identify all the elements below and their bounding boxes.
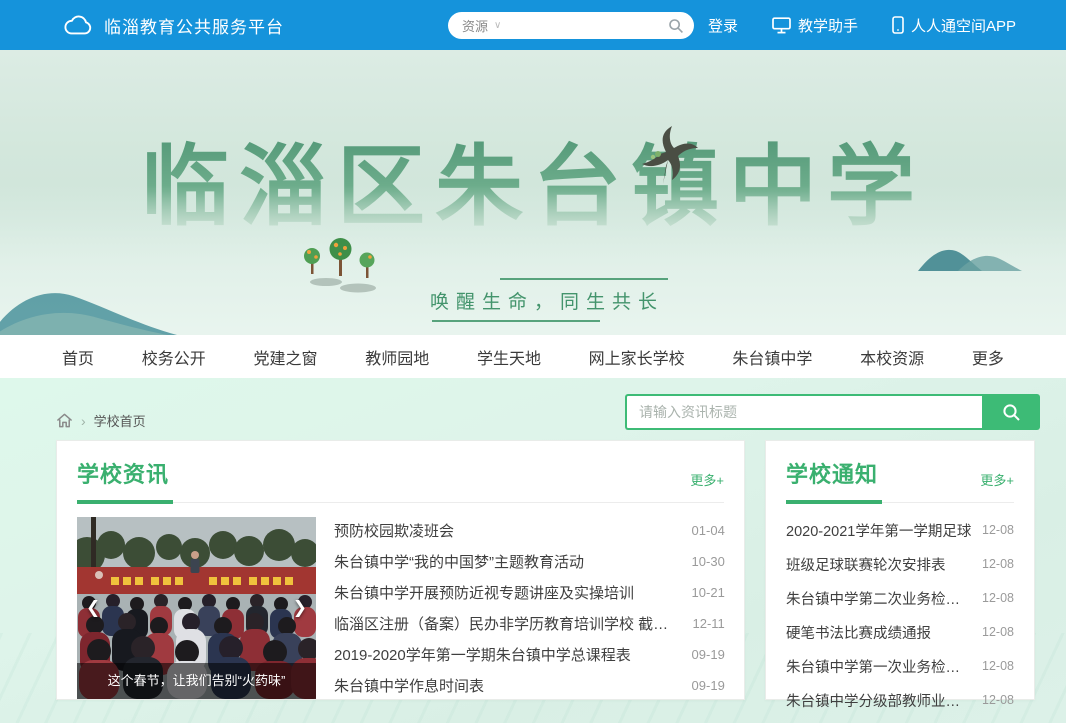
- search-scope-select[interactable]: 资源: [462, 16, 488, 35]
- news-list-item[interactable]: 2019-2020学年第一学期朱台镇中学总课程表09-19: [334, 642, 725, 668]
- nav-item-parents-school[interactable]: 网上家长学校: [589, 345, 685, 369]
- teaching-assistant-link[interactable]: 教学助手: [772, 15, 858, 36]
- notice-card-title: 学校通知: [786, 457, 878, 489]
- nav-item-students[interactable]: 学生天地: [477, 345, 541, 369]
- carousel-prev-button[interactable]: ❮: [86, 598, 100, 618]
- notice-date: 12-08: [982, 591, 1014, 605]
- school-news-card: 学校资讯 更多+: [56, 440, 745, 700]
- nav-item-resources[interactable]: 本校资源: [860, 345, 924, 369]
- top-bar: 临淄教育公共服务平台 资源 ∨ 登录 教学助手 人人通空间APP: [0, 0, 1066, 50]
- news-date: 10-30: [692, 554, 725, 569]
- header-search-pill[interactable]: 资源 ∨: [448, 12, 694, 39]
- school-banner: 临淄区朱台镇中学: [0, 50, 1066, 335]
- news-list-item[interactable]: 预防校园欺凌班会01-04: [334, 517, 725, 543]
- top-links: 登录 教学助手 人人通空间APP: [708, 0, 1016, 50]
- news-date: 10-21: [692, 585, 725, 600]
- cloud-icon: [64, 14, 94, 36]
- news-list-item[interactable]: 朱台镇中学作息时间表09-19: [334, 673, 725, 699]
- page: 临淄教育公共服务平台 资源 ∨ 登录 教学助手 人人通空间APP: [0, 0, 1066, 723]
- home-icon[interactable]: [56, 412, 73, 429]
- slogan-text: 唤醒生命，同生共长: [422, 287, 672, 314]
- news-carousel[interactable]: ❮ ❯ 这个春节，让我们告别“火药味”: [77, 517, 316, 699]
- news-search: [625, 394, 1040, 430]
- news-list-item[interactable]: 临淄区注册（备案）民办非学历教育培训学校 截止201912-11: [334, 611, 725, 637]
- search-button[interactable]: [982, 394, 1040, 430]
- news-title-rule: [77, 500, 724, 503]
- search-icon: [1002, 403, 1021, 422]
- nav-item-teachers[interactable]: 教师园地: [365, 345, 429, 369]
- breadcrumb-current[interactable]: 学校首页: [94, 411, 146, 430]
- news-card-title: 学校资讯: [77, 457, 169, 489]
- search-icon[interactable]: [668, 18, 684, 34]
- monitor-icon: [772, 17, 791, 34]
- renrentong-app-link[interactable]: 人人通空间APP: [892, 15, 1016, 36]
- news-list-item[interactable]: 朱台镇中学“我的中国梦”主题教育活动10-30: [334, 548, 725, 574]
- notice-date: 12-08: [982, 625, 1014, 639]
- news-list-item[interactable]: 朱台镇中学开展预防近视专题讲座及实操培训10-21: [334, 579, 725, 605]
- notice-list-item[interactable]: 朱台镇中学第一次业务检查的12-08: [786, 655, 1014, 677]
- news-date: 01-04: [692, 523, 725, 538]
- carousel-caption[interactable]: 这个春节，让我们告别“火药味”: [77, 663, 316, 699]
- news-date: 09-19: [692, 678, 725, 693]
- nav-item-more[interactable]: 更多: [972, 345, 1004, 369]
- notice-more-link[interactable]: 更多+: [980, 470, 1014, 489]
- main-nav: 首页 校务公开 党建之窗 教师园地 学生天地 网上家长学校 朱台镇中学 本校资源…: [0, 335, 1066, 378]
- notice-list-item[interactable]: 朱台镇中学第二次业务检查的12-08: [786, 587, 1014, 609]
- news-date: 09-19: [692, 647, 725, 662]
- notice-date: 12-08: [982, 557, 1014, 571]
- slogan-line-bottom: [432, 320, 600, 322]
- trees-illustration: [300, 236, 386, 294]
- notice-date: 12-08: [982, 659, 1014, 673]
- platform-brand[interactable]: 临淄教育公共服务平台: [64, 0, 284, 50]
- nav-item-home[interactable]: 首页: [62, 345, 94, 369]
- banner-slogan: 唤醒生命，同生共长: [422, 278, 672, 322]
- platform-title: 临淄教育公共服务平台: [104, 13, 284, 38]
- school-name-title: 临淄区朱台镇中学: [0, 138, 1066, 235]
- nav-item-zhutai-school[interactable]: 朱台镇中学: [732, 345, 812, 369]
- notice-list-item[interactable]: 硬笔书法比赛成绩通报12-08: [786, 621, 1014, 643]
- carousel-next-button[interactable]: ❯: [293, 598, 307, 618]
- hill-illustration: [0, 282, 198, 335]
- news-date: 12-11: [693, 616, 725, 631]
- chevron-down-icon: ∨: [494, 20, 501, 31]
- school-notice-card: 学校通知 更多+ 2020-2021学年第一学期足球12-08 班级足球联赛轮次…: [765, 440, 1035, 700]
- mountains-illustration: [918, 245, 1022, 271]
- login-link[interactable]: 登录: [708, 15, 738, 36]
- news-more-link[interactable]: 更多+: [690, 470, 724, 489]
- notice-list-item[interactable]: 2020-2021学年第一学期足球12-08: [786, 519, 1014, 541]
- content-area: 》 › 学校首页 学校资讯 更多+: [0, 378, 1066, 723]
- breadcrumb: › 学校首页: [56, 411, 146, 430]
- notice-date: 12-08: [982, 523, 1014, 537]
- notice-list-item[interactable]: 朱台镇中学分级部教师业务展12-08: [786, 689, 1014, 711]
- swallow-icon: [632, 126, 698, 188]
- search-input[interactable]: [625, 394, 982, 430]
- notice-list: 2020-2021学年第一学期足球12-08 班级足球联赛轮次安排表12-08 …: [786, 519, 1014, 711]
- nav-item-school-affairs[interactable]: 校务公开: [142, 345, 206, 369]
- phone-icon: [892, 16, 904, 34]
- breadcrumb-separator-icon: ›: [81, 413, 86, 429]
- nav-item-party[interactable]: 党建之窗: [253, 345, 317, 369]
- notice-list-item[interactable]: 班级足球联赛轮次安排表12-08: [786, 553, 1014, 575]
- notice-date: 12-08: [982, 693, 1014, 707]
- news-list: 预防校园欺凌班会01-04 朱台镇中学“我的中国梦”主题教育活动10-30 朱台…: [334, 517, 725, 699]
- slogan-line-top: [500, 278, 668, 280]
- notice-title-rule: [786, 500, 1014, 503]
